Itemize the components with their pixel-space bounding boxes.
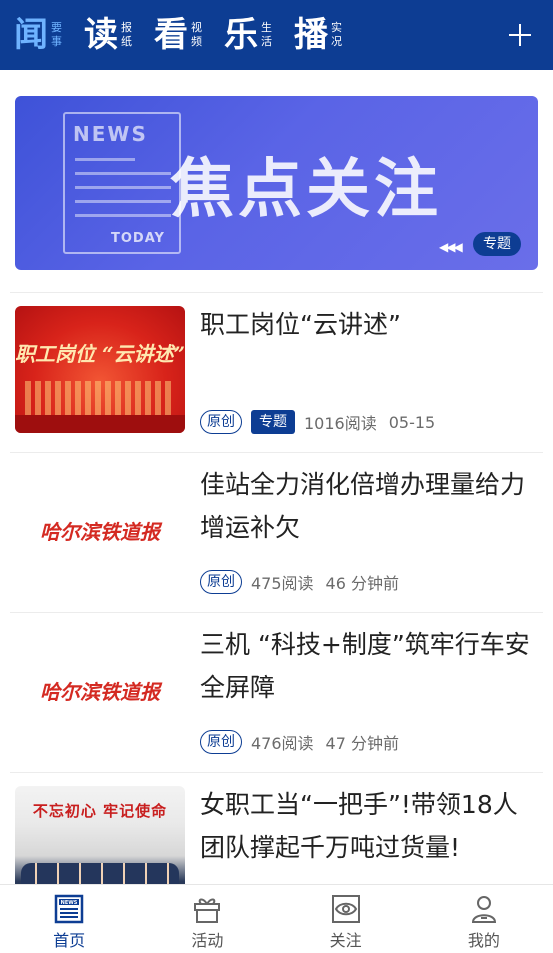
- publish-time: 05-15: [388, 412, 436, 432]
- nav-follow[interactable]: 关注: [277, 885, 415, 953]
- thumb-caption: 职工岗位 “云讲述”: [15, 342, 185, 366]
- news-item[interactable]: 哈尔滨铁道报 三机 “科技+制度”筑牢行车安全屏障 原创 476阅读 47 分钟…: [0, 613, 553, 772]
- news-thumbnail: 职工岗位 “云讲述”: [15, 306, 185, 433]
- nav-follow-label: 关注: [329, 931, 362, 950]
- tab-read-sub2: 纸: [121, 35, 132, 48]
- bottom-nav: NEWS 首页 活动 关注 我的: [0, 884, 553, 953]
- news-thumbnail: 哈尔滨铁道报: [15, 466, 185, 593]
- user-icon: [468, 893, 500, 925]
- tab-life-label: 乐: [224, 15, 258, 55]
- top-nav: 闻 要 事 读 报 纸 看 视 频 乐 生 活 播 实 况: [0, 0, 553, 70]
- original-tag: 原创: [200, 730, 242, 754]
- tab-news-label: 闻: [14, 15, 48, 55]
- tab-live-sub2: 况: [331, 35, 342, 48]
- read-count: 475阅读: [251, 574, 314, 593]
- tab-live[interactable]: 播 实 况: [294, 18, 342, 52]
- newspaper-graphic: NEWS TODAY: [63, 112, 181, 254]
- tab-live-label: 播: [294, 15, 328, 55]
- tab-life[interactable]: 乐 生 活: [224, 18, 272, 52]
- original-tag: 原创: [200, 410, 242, 434]
- tab-life-sub: 生 活: [261, 21, 272, 49]
- news-item[interactable]: 职工岗位 “云讲述” 职工岗位“云讲述” 原创 专题 1016阅读 05-15: [0, 293, 553, 452]
- news-meta: 原创 476阅读 47 分钟前: [200, 730, 399, 754]
- tab-live-sub: 实 况: [331, 21, 342, 49]
- doc-news-text: NEWS: [73, 122, 148, 146]
- news-item[interactable]: 哈尔滨铁道报 佳站全力消化倍增办理量给力增运补欠 原创 475阅读 46 分钟前: [0, 453, 553, 612]
- tab-watch-sub: 视 频: [191, 21, 202, 49]
- tab-watch[interactable]: 看 视 频: [154, 18, 202, 52]
- eye-icon: [330, 893, 362, 925]
- gift-icon: [191, 893, 223, 925]
- publish-time: 47 分钟前: [325, 734, 399, 753]
- news-title: 三机 “科技+制度”筑牢行车安全屏障: [200, 630, 530, 702]
- tab-life-sub1: 生: [261, 21, 272, 34]
- plus-icon[interactable]: [507, 22, 533, 48]
- news-title: 职工岗位“云讲述”: [200, 310, 401, 339]
- topic-tag: 专题: [251, 410, 295, 434]
- read-count: 1016阅读: [304, 414, 377, 433]
- tab-news-sub2: 事: [51, 35, 62, 48]
- tab-read-label: 读: [84, 15, 118, 55]
- nav-activity[interactable]: 活动: [138, 885, 276, 953]
- news-title: 女职工当“一把手”!带领18人团队撑起千万吨过货量!: [200, 790, 518, 862]
- nav-activity-label: 活动: [191, 931, 224, 950]
- nav-home[interactable]: NEWS 首页: [0, 885, 138, 953]
- tab-read-sub: 报 纸: [121, 21, 132, 49]
- tab-life-sub2: 活: [261, 35, 272, 48]
- original-tag: 原创: [200, 570, 242, 594]
- nav-home-label: 首页: [53, 931, 86, 950]
- tab-watch-sub1: 视: [191, 21, 202, 34]
- newspaper-logo: 哈尔滨铁道报: [40, 520, 160, 544]
- nav-mine[interactable]: 我的: [415, 885, 553, 953]
- nav-mine-label: 我的: [467, 931, 500, 950]
- publish-time: 46 分钟前: [325, 574, 399, 593]
- tab-read[interactable]: 读 报 纸: [84, 18, 132, 52]
- arrows-icon: ◀◀◀: [439, 240, 463, 254]
- tab-news-sub1: 要: [51, 21, 62, 34]
- news-list: 职工岗位 “云讲述” 职工岗位“云讲述” 原创 专题 1016阅读 05-15 …: [0, 292, 553, 932]
- tab-live-sub1: 实: [331, 21, 342, 34]
- read-count: 476阅读: [251, 734, 314, 753]
- doc-today-text: TODAY: [111, 231, 165, 246]
- tab-watch-label: 看: [154, 15, 188, 55]
- news-title: 佳站全力消化倍增办理量给力增运补欠: [200, 470, 526, 542]
- tab-news[interactable]: 闻 要 事: [14, 18, 62, 52]
- svg-text:NEWS: NEWS: [61, 900, 78, 906]
- thumb-slogan: 不忘初心 牢记使命: [32, 802, 168, 820]
- focus-banner[interactable]: NEWS TODAY 焦点关注 ◀◀◀ 专题: [15, 96, 538, 270]
- news-meta: 原创 专题 1016阅读 05-15: [200, 410, 435, 434]
- topic-badge: 专题: [473, 232, 521, 256]
- news-thumbnail: 哈尔滨铁道报: [15, 626, 185, 753]
- news-meta: 原创 475阅读 46 分钟前: [200, 570, 399, 594]
- banner-headline: 焦点关注: [170, 152, 442, 227]
- news-icon: NEWS: [53, 893, 85, 925]
- newspaper-logo: 哈尔滨铁道报: [40, 680, 160, 704]
- tab-watch-sub2: 频: [191, 35, 202, 48]
- tab-news-sub: 要 事: [51, 21, 62, 49]
- tab-read-sub1: 报: [121, 21, 132, 34]
